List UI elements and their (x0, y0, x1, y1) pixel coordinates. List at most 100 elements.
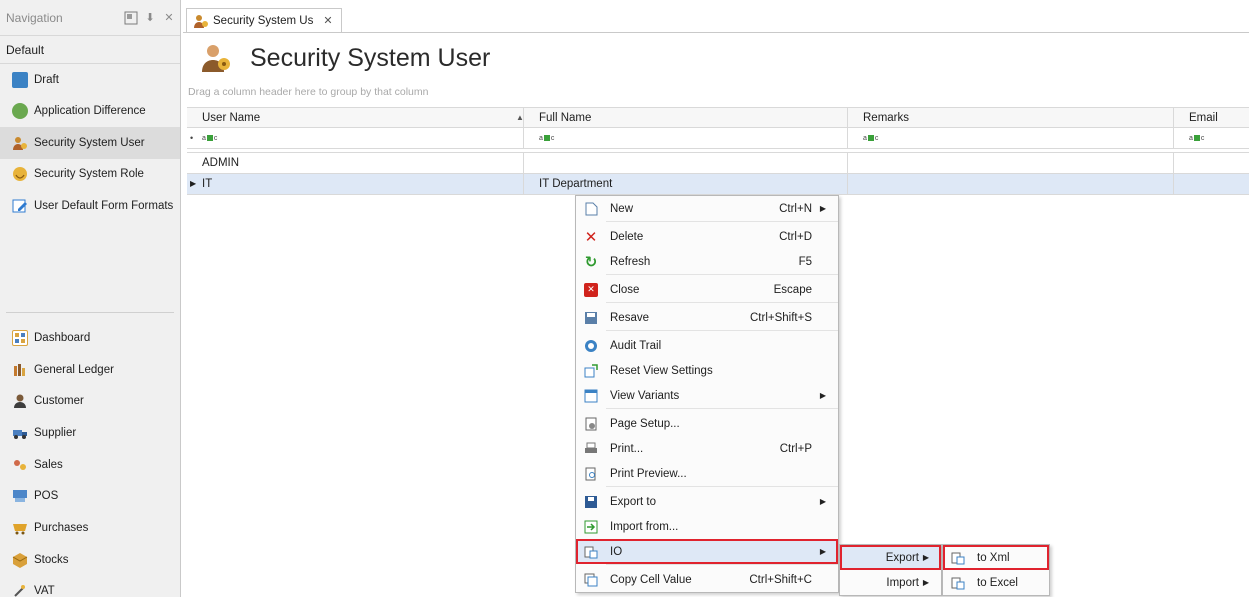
delete-icon: ✕ (584, 228, 598, 246)
menu-item-label: to Xml (977, 551, 1010, 564)
dashboard-icon (12, 329, 28, 346)
text-filter-icon: ac (863, 134, 879, 142)
menu-item-print-preview[interactable]: Print Preview... (576, 461, 838, 486)
table-row[interactable]: ADMIN (187, 153, 1249, 174)
nav-splitter[interactable] (6, 312, 174, 313)
reset-view-icon (584, 363, 598, 378)
menu-item-print[interactable]: Print... Ctrl+P (576, 436, 838, 461)
menu-item-delete[interactable]: ✕ Delete Ctrl+D (576, 224, 838, 249)
cell-email[interactable] (1174, 153, 1249, 173)
sidebar-item-user-default-form-formats[interactable]: User Default Form Formats (0, 190, 180, 222)
tab-security-system-user[interactable]: Security System Us ✕ (186, 8, 342, 32)
menu-item-to-xml[interactable]: to Xml (943, 545, 1049, 570)
close-icon: ✕ (584, 282, 598, 297)
menu-item-audit-trail[interactable]: Audit Trail (576, 333, 838, 358)
sidebar-item-label: Supplier (34, 426, 77, 439)
user-icon (12, 135, 28, 151)
customer-icon (12, 393, 28, 409)
menu-item-shortcut: Ctrl+N (779, 202, 812, 215)
sidebar-item-security-system-role[interactable]: Security System Role (0, 159, 180, 191)
sidebar-item-label: Purchases (34, 521, 89, 534)
close-icon[interactable]: ✕ (161, 10, 177, 26)
text-filter-icon: ac (1189, 134, 1205, 142)
menu-item-label: Print... (610, 442, 644, 455)
menu-item-label: Reset View Settings (610, 364, 713, 377)
cell-email[interactable] (1174, 174, 1249, 194)
sidebar-item-security-system-user[interactable]: Security System User (0, 127, 180, 159)
sidebar-item-customer[interactable]: Customer (0, 385, 180, 417)
sort-ascending-icon: ▲ (516, 113, 524, 122)
nav-group-default[interactable]: Default (0, 36, 180, 64)
column-label: Full Name (539, 111, 592, 124)
cell-user-name[interactable]: ADMIN (187, 153, 524, 173)
filter-cell-email[interactable]: ac (1174, 128, 1249, 148)
menu-item-shortcut: Ctrl+P (779, 442, 812, 455)
cell-full-name[interactable]: IT Department (524, 174, 848, 194)
menu-item-view-variants[interactable]: View Variants ▶ (576, 383, 838, 408)
data-grid: User Name ▲ Full Name Remarks Email • a c a… (187, 107, 1249, 195)
group-panel-hint[interactable]: Drag a column header here to group by th… (188, 86, 428, 98)
navigation-header: Navigation ⬇ ✕ (0, 0, 180, 36)
sidebar-item-draft[interactable]: Draft (0, 64, 180, 96)
cell-remarks[interactable] (848, 153, 1174, 173)
sidebar-item-label: Dashboard (34, 331, 91, 344)
menu-item-export[interactable]: Export ▶ (840, 545, 941, 570)
column-header-remarks[interactable]: Remarks (848, 108, 1174, 127)
menu-item-reset-view-settings[interactable]: Reset View Settings (576, 358, 838, 383)
column-header-full-name[interactable]: Full Name (524, 108, 848, 127)
sidebar-item-general-ledger[interactable]: General Ledger (0, 354, 180, 386)
menu-item-new[interactable]: New Ctrl+N ▶ (576, 196, 838, 221)
submenu-arrow-icon: ▶ (819, 497, 826, 506)
menu-item-label: Import from... (610, 520, 679, 533)
import-from-icon (584, 520, 598, 534)
cell-remarks[interactable] (848, 174, 1174, 194)
close-tab-icon[interactable]: ✕ (323, 14, 332, 27)
menu-item-label: View Variants (610, 389, 680, 402)
draft-icon (12, 71, 28, 88)
menu-item-export-to[interactable]: Export to ▶ (576, 489, 838, 514)
cell-user-name[interactable]: IT (187, 174, 524, 194)
sidebar-item-dashboard[interactable]: Dashboard (0, 322, 180, 354)
menu-item-resave[interactable]: Resave Ctrl+Shift+S (576, 305, 838, 330)
column-label: Email (1189, 111, 1218, 124)
cell-full-name[interactable] (524, 153, 848, 173)
menu-item-import-from[interactable]: Import from... (576, 514, 838, 539)
menu-item-copy-cell-value[interactable]: Copy Cell Value Ctrl+Shift+C (576, 567, 838, 592)
sidebar-item-purchases[interactable]: Purchases (0, 512, 180, 544)
sidebar-item-sales[interactable]: Sales (0, 449, 180, 481)
role-icon (12, 166, 28, 182)
page-title: Security System User (250, 43, 491, 72)
menu-item-label: Print Preview... (610, 467, 687, 480)
sidebar-item-pos[interactable]: POS (0, 480, 180, 512)
sidebar-item-stocks[interactable]: Stocks (0, 544, 180, 576)
tab-label: Security System Us (213, 14, 314, 27)
pin-icon[interactable]: ⬇ (142, 10, 158, 26)
menu-item-label: Copy Cell Value (610, 573, 692, 586)
menu-item-label: Close (610, 283, 640, 296)
sidebar-item-application-difference[interactable]: Application Difference (0, 96, 180, 128)
sidebar-item-label: Security System Role (34, 168, 144, 181)
layout-toggle-icon[interactable] (123, 10, 139, 26)
submenu-arrow-icon: ▶ (922, 553, 929, 562)
filter-cell-remarks[interactable]: ac (848, 128, 1174, 148)
menu-item-to-excel[interactable]: to Excel (943, 570, 1049, 595)
filter-cell-user-name[interactable]: • a c (187, 128, 524, 148)
menu-item-refresh[interactable]: ↻ Refresh F5 (576, 249, 838, 274)
filter-cell-full-name[interactable]: ac (524, 128, 848, 148)
sidebar-item-vat[interactable]: VAT (0, 576, 180, 597)
menu-item-close[interactable]: ✕ Close Escape (576, 277, 838, 302)
table-row-selected[interactable]: ▶ IT IT Department (187, 174, 1249, 195)
column-header-user-name[interactable]: User Name ▲ (187, 108, 524, 127)
supplier-icon (12, 425, 28, 441)
menu-item-page-setup[interactable]: Page Setup... (576, 411, 838, 436)
io-submenu: Export ▶ Import ▶ (839, 544, 942, 596)
sidebar-item-supplier[interactable]: Supplier (0, 417, 180, 449)
excel-export-icon (951, 576, 965, 590)
sidebar-item-label: Sales (34, 458, 63, 471)
auto-filter-row: • a c ac ac ac (187, 128, 1249, 149)
column-header-email[interactable]: Email (1174, 108, 1249, 127)
app-difference-icon (12, 103, 28, 120)
menu-item-import[interactable]: Import ▶ (840, 570, 941, 595)
menu-item-io[interactable]: IO ▶ (576, 539, 838, 564)
sidebar-item-label: Draft (34, 73, 59, 86)
